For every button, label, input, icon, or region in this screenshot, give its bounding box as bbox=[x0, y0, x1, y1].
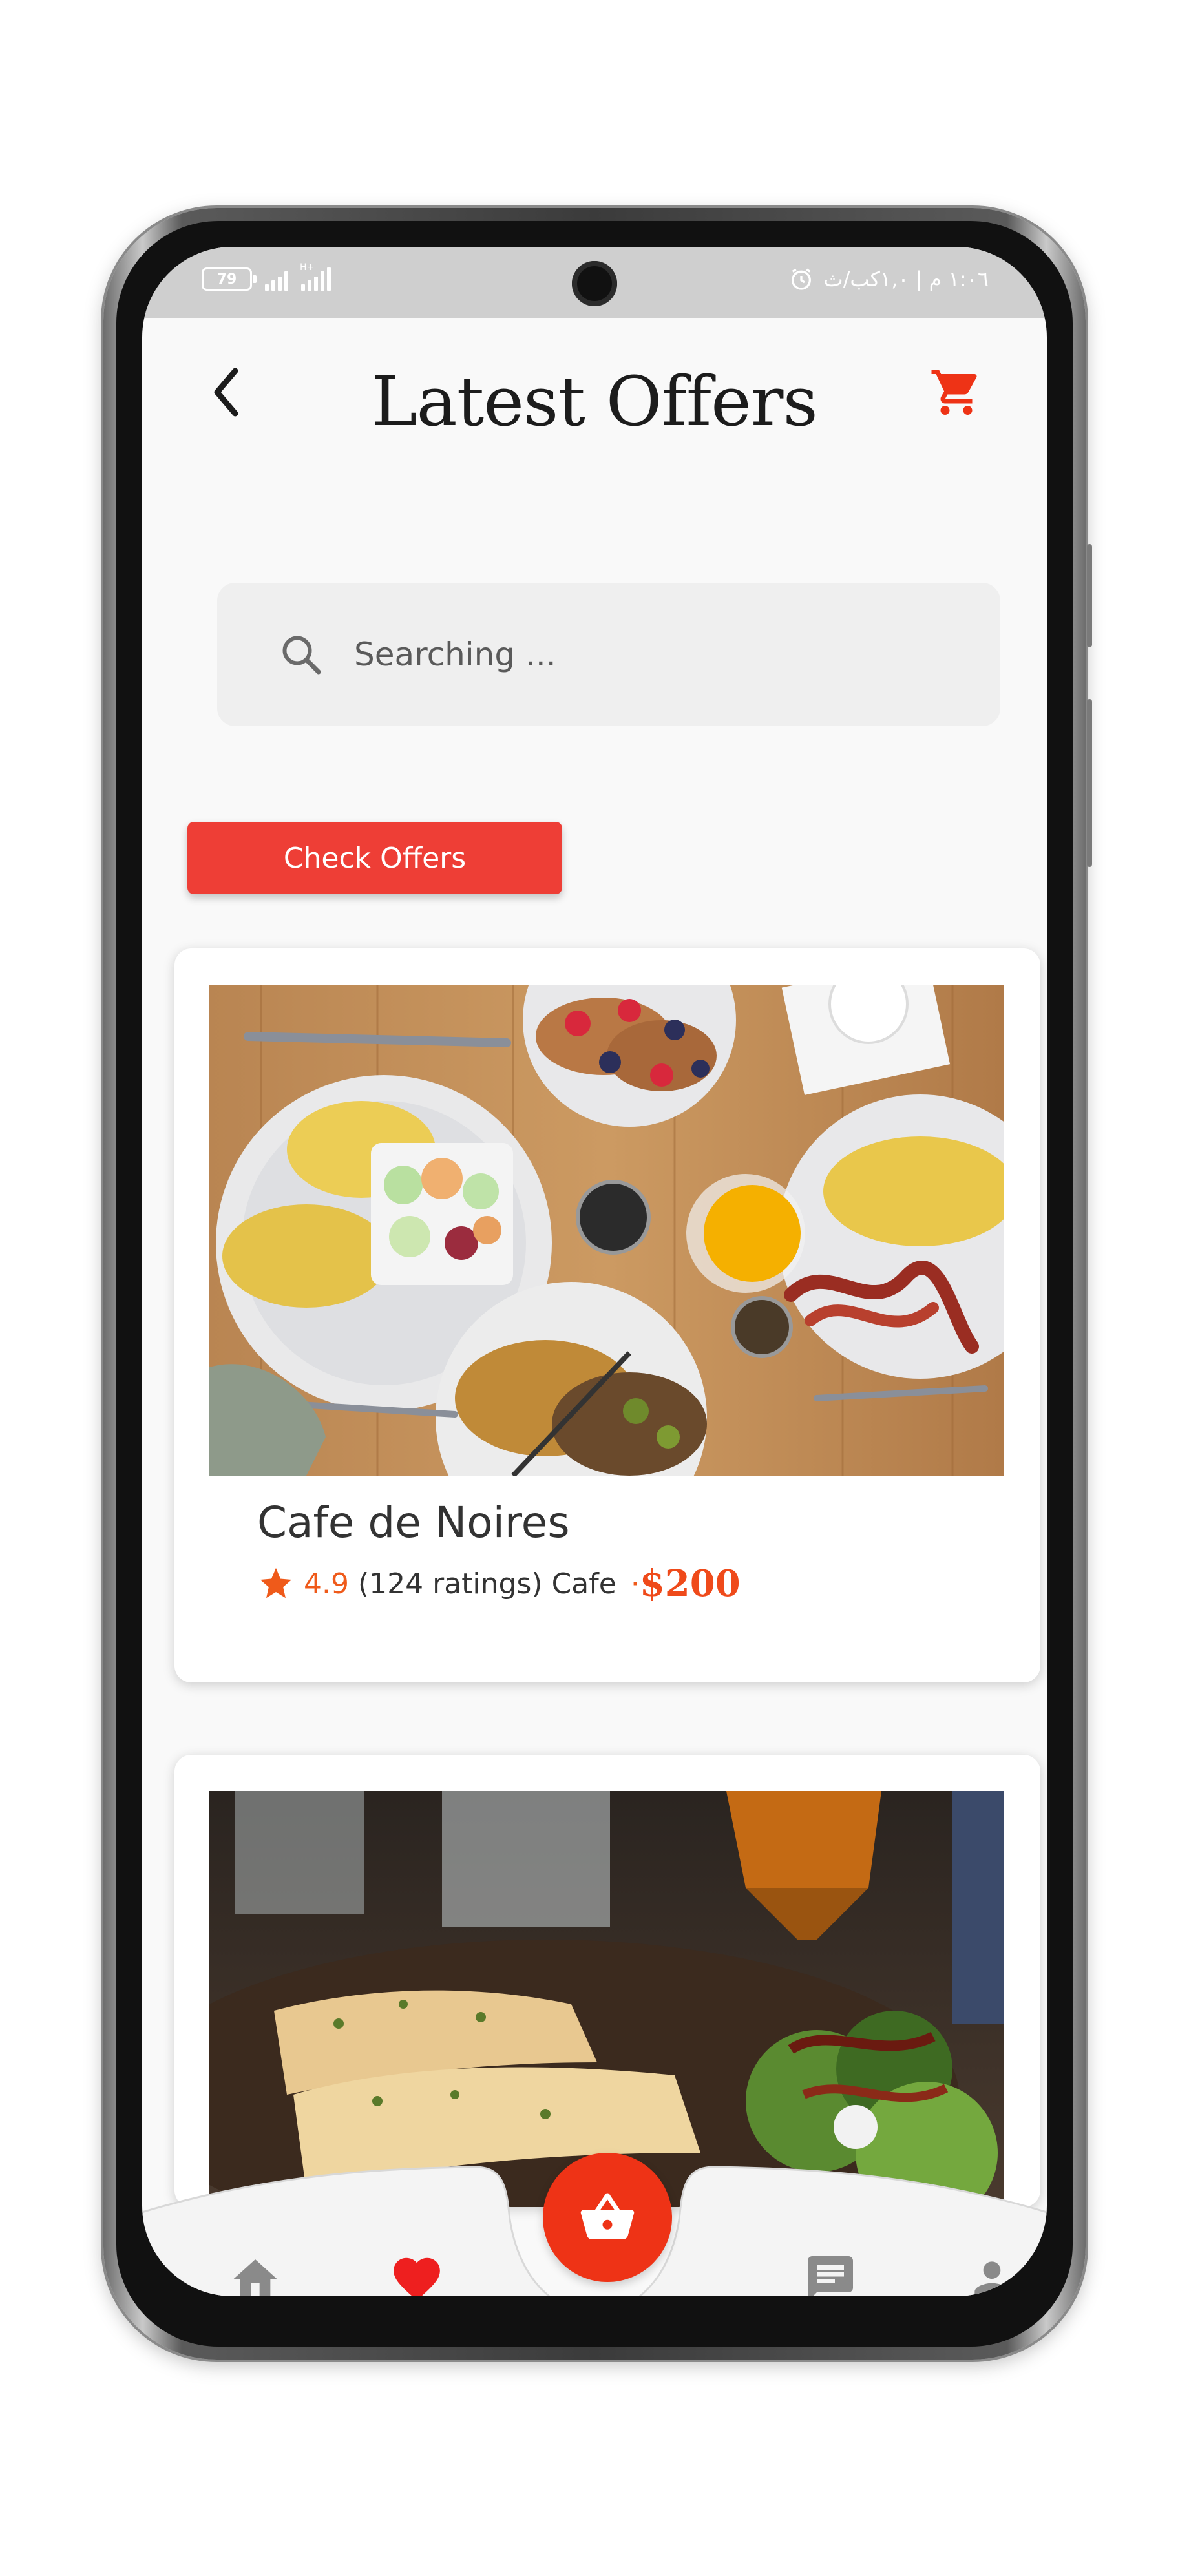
offer-card[interactable]: Cafe de Noires 4.9 (124 ratings) Cafe · … bbox=[174, 948, 1040, 1682]
ratings-count: (124 ratings) bbox=[357, 1567, 543, 1600]
screen: 79 H+ ١:٠٦ م | ١,٠كب/ث Latest Offers Sea… bbox=[142, 247, 1047, 2296]
front-camera bbox=[572, 261, 617, 306]
chat-icon bbox=[808, 2256, 853, 2296]
offer-image-breakfast bbox=[209, 985, 1004, 1476]
status-right: ١:٠٦ م | ١,٠كب/ث bbox=[788, 266, 989, 292]
search-bar[interactable] bbox=[217, 583, 1000, 726]
rating-value: 4.9 bbox=[304, 1567, 349, 1600]
star-icon bbox=[260, 1567, 292, 1598]
nav-home[interactable] bbox=[220, 2243, 291, 2296]
nav-profile[interactable] bbox=[956, 2243, 1027, 2296]
back-button[interactable] bbox=[200, 357, 252, 428]
category: Cafe bbox=[551, 1567, 616, 1600]
network-label: H+ bbox=[300, 262, 315, 273]
signal-icon bbox=[265, 267, 288, 291]
person-icon bbox=[974, 2261, 1009, 2296]
status-left: 79 H+ bbox=[202, 262, 331, 291]
alarm-icon bbox=[792, 268, 812, 290]
power-button bbox=[1087, 699, 1092, 867]
phone-bezel: 79 H+ ١:٠٦ م | ١,٠كب/ث Latest Offers Sea… bbox=[116, 221, 1073, 2347]
status-text: ١:٠٦ م | ١,٠كب/ث bbox=[823, 267, 989, 291]
home-icon bbox=[233, 2259, 277, 2296]
restaurant-name: Cafe de Noires bbox=[257, 1498, 570, 1547]
heart-icon bbox=[394, 2257, 440, 2296]
separator-dot: · bbox=[630, 1567, 640, 1600]
search-input[interactable] bbox=[353, 635, 937, 674]
offer-image-dinner bbox=[209, 1791, 1004, 2207]
nav-favorites[interactable] bbox=[381, 2243, 452, 2296]
basket-button[interactable] bbox=[543, 2153, 672, 2282]
cart-icon bbox=[931, 370, 977, 415]
page-title: Latest Offers bbox=[372, 362, 818, 441]
search-icon bbox=[275, 629, 327, 680]
volume-button bbox=[1087, 544, 1092, 647]
cart-button[interactable] bbox=[924, 360, 989, 424]
basket-icon bbox=[580, 2193, 635, 2239]
card-meta: 4.9 (124 ratings) Cafe · $200 bbox=[257, 1562, 741, 1605]
chevron-left-icon bbox=[214, 368, 238, 417]
battery-icon: 79 bbox=[202, 267, 257, 291]
offer-card[interactable] bbox=[174, 1755, 1040, 2207]
bottom-nav bbox=[142, 2153, 1047, 2296]
signal-icon-2: H+ bbox=[300, 262, 331, 291]
check-offers-button[interactable]: Check Offers bbox=[187, 822, 562, 894]
battery-level: 79 bbox=[216, 271, 237, 288]
status-bar: 79 H+ ١:٠٦ م | ١,٠كب/ث bbox=[142, 247, 1047, 318]
phone-frame: 79 H+ ١:٠٦ م | ١,٠كب/ث Latest Offers Sea… bbox=[103, 208, 1092, 2360]
price: $200 bbox=[639, 1562, 741, 1605]
nav-messages[interactable] bbox=[795, 2243, 866, 2296]
